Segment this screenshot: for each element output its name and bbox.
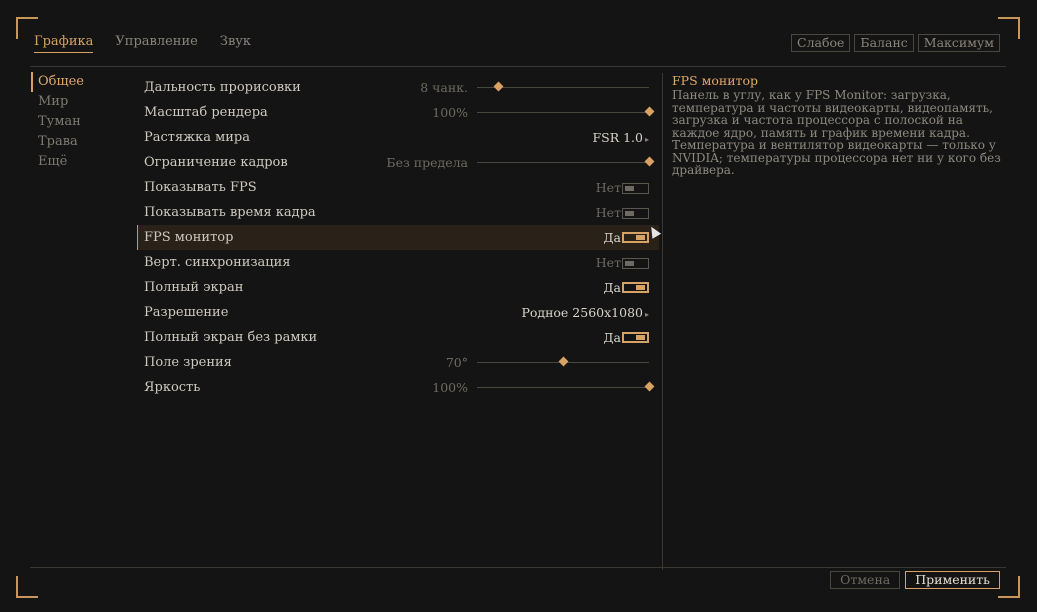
- top-tabs: Графика Управление Звук: [34, 34, 273, 53]
- slider-track[interactable]: [477, 356, 649, 367]
- slider-value: 100%: [432, 105, 468, 120]
- toggle-switch[interactable]: [622, 258, 649, 269]
- toggle-knob: [625, 211, 634, 216]
- frame-corner-bottom-left: [16, 576, 38, 598]
- setting-row-fov[interactable]: Поле зрения 70°: [137, 350, 659, 375]
- toggle-value: Да: [603, 230, 621, 245]
- setting-label: Поле зрения: [144, 355, 232, 370]
- toggle-value: Нет: [595, 255, 621, 270]
- slider-track[interactable]: [477, 381, 655, 392]
- slider-value: 8 чанк.: [420, 80, 468, 95]
- sidebar-item-world[interactable]: Мир: [31, 92, 84, 112]
- cancel-button[interactable]: Отмена: [830, 571, 901, 589]
- setting-row-frame-limit[interactable]: Ограничение кадров Без предела: [137, 150, 659, 175]
- tab-sound[interactable]: Звук: [220, 34, 251, 53]
- setting-label: Ограничение кадров: [144, 155, 288, 170]
- slider-track[interactable]: [477, 81, 649, 92]
- toggle-switch[interactable]: [622, 232, 649, 243]
- toggle-switch[interactable]: [622, 208, 649, 219]
- preset-max-button[interactable]: Максимум: [917, 34, 1000, 52]
- setting-label: Разрешение: [144, 305, 229, 320]
- toggle-knob: [636, 335, 645, 340]
- tab-graphics[interactable]: Графика: [34, 34, 94, 53]
- toggle-value: Да: [603, 330, 621, 345]
- setting-row-show-fps[interactable]: Показывать FPS Нет: [137, 175, 659, 200]
- footer-actions: Отмена Применить: [830, 571, 1000, 589]
- slider-track[interactable]: [477, 106, 655, 117]
- slider-track[interactable]: [477, 156, 655, 167]
- setting-row-show-frame-time[interactable]: Показывать время кадра Нет: [137, 200, 659, 225]
- footer-divider: [30, 567, 1006, 568]
- setting-label: Показывать время кадра: [144, 205, 316, 220]
- slider-thumb[interactable]: [644, 156, 655, 167]
- setting-row-fps-monitor[interactable]: FPS монитор Да: [137, 225, 659, 250]
- setting-label: Растяжка мира: [144, 130, 250, 145]
- setting-row-vsync[interactable]: Верт. синхронизация Нет: [137, 250, 659, 275]
- setting-label: Верт. синхронизация: [144, 255, 291, 270]
- info-description: Панель в углу, как у FPS Monitor: загруз…: [672, 88, 1001, 177]
- sidebar: Общее Мир Туман Трава Ещё: [31, 72, 84, 172]
- toggle-knob: [625, 186, 634, 191]
- toggle-value: Нет: [595, 205, 621, 220]
- setting-label: Дальность прорисовки: [144, 80, 301, 95]
- toggle-switch[interactable]: [622, 282, 649, 293]
- toggle-knob: [636, 285, 645, 290]
- slider-thumb[interactable]: [493, 81, 504, 92]
- sidebar-item-general[interactable]: Общее: [31, 72, 84, 92]
- toggle-switch[interactable]: [622, 183, 649, 194]
- setting-label: FPS монитор: [144, 230, 234, 245]
- slider-thumb[interactable]: [558, 356, 569, 367]
- setting-label: Яркость: [144, 380, 201, 395]
- toggle-value: Да: [603, 280, 621, 295]
- settings-list: Дальность прорисовки 8 чанк. Масштаб рен…: [137, 75, 659, 400]
- setting-row-brightness[interactable]: Яркость 100%: [137, 375, 659, 400]
- sidebar-item-more[interactable]: Ещё: [31, 152, 84, 172]
- setting-label: Полный экран: [144, 280, 244, 295]
- chevron-right-icon: ▸: [644, 135, 649, 144]
- preset-buttons: Слабое Баланс Максимум: [791, 34, 1000, 52]
- setting-label: Полный экран без рамки: [144, 330, 318, 345]
- info-title: FPS монитор: [672, 73, 758, 88]
- setting-label: Показывать FPS: [144, 180, 257, 195]
- setting-label: Масштаб рендера: [144, 105, 268, 120]
- chevron-right-icon: ▸: [644, 310, 649, 319]
- info-divider: [662, 73, 663, 570]
- frame-corner-top-right: [998, 17, 1020, 39]
- preset-low-button[interactable]: Слабое: [791, 34, 851, 52]
- setting-row-fullscreen[interactable]: Полный экран Да: [137, 275, 659, 300]
- sidebar-item-fog[interactable]: Туман: [31, 112, 84, 132]
- toggle-value: Нет: [595, 180, 621, 195]
- slider-value: Без предела: [386, 155, 468, 170]
- slider-thumb[interactable]: [644, 106, 655, 117]
- select-value[interactable]: FSR 1.0 ▸: [592, 125, 649, 152]
- apply-button[interactable]: Применить: [905, 571, 1000, 589]
- setting-row-render-scale[interactable]: Масштаб рендера 100%: [137, 100, 659, 125]
- setting-row-resolution[interactable]: Разрешение Родное 2560x1080 ▸: [137, 300, 659, 325]
- toggle-switch[interactable]: [622, 332, 649, 343]
- slider-value: 70°: [445, 355, 468, 370]
- sidebar-item-grass[interactable]: Трава: [31, 132, 84, 152]
- slider-thumb[interactable]: [644, 381, 655, 392]
- slider-value: 100%: [432, 380, 468, 395]
- setting-row-draw-distance[interactable]: Дальность прорисовки 8 чанк.: [137, 75, 659, 100]
- toggle-knob: [625, 261, 634, 266]
- tab-controls[interactable]: Управление: [115, 34, 197, 53]
- toggle-knob: [636, 235, 645, 240]
- setting-row-world-upscaling[interactable]: Растяжка мира FSR 1.0 ▸: [137, 125, 659, 150]
- preset-balanced-button[interactable]: Баланс: [854, 34, 914, 52]
- info-panel: FPS монитор Панель в углу, как у FPS Mon…: [672, 73, 1007, 177]
- header-divider: [30, 66, 1006, 67]
- setting-row-borderless[interactable]: Полный экран без рамки Да: [137, 325, 659, 350]
- frame-corner-bottom-right: [998, 576, 1020, 598]
- select-value[interactable]: Родное 2560x1080 ▸: [521, 300, 649, 327]
